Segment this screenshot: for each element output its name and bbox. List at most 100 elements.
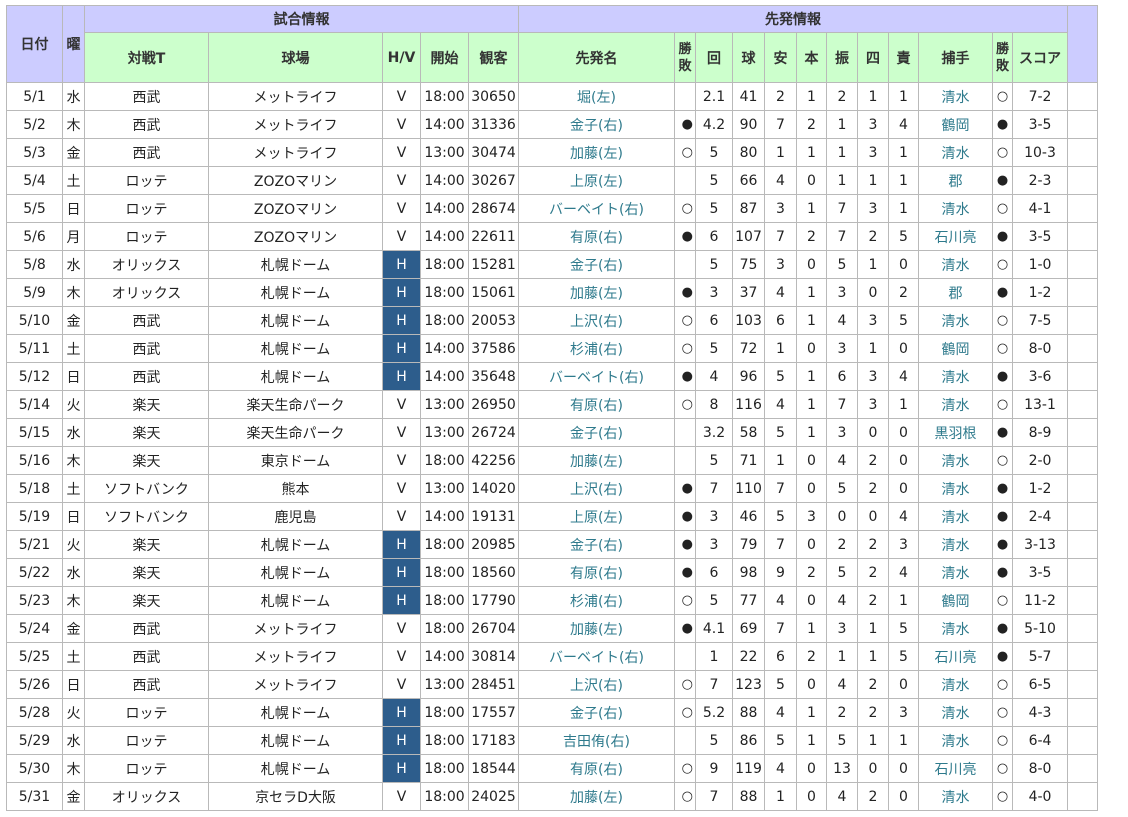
cell-game-result: ○ [992,754,1013,783]
cell-starter-name[interactable]: 上沢(右) [518,670,675,699]
cell-catcher[interactable]: 清水 [918,82,993,111]
cell-score: 3-6 [1012,362,1068,391]
cell-starter-name[interactable]: 有原(右) [518,754,675,783]
cell-starter-name[interactable]: 上原(左) [518,502,675,531]
cell-earned-runs: 4 [888,558,919,587]
cell-catcher[interactable]: 清水 [918,474,993,503]
cell-catcher[interactable]: 清水 [918,362,993,391]
cell-starter-result: ○ [674,138,696,167]
cell-starter-name[interactable]: 加藤(左) [518,138,675,167]
cell-starter-name[interactable]: 加藤(左) [518,614,675,643]
cell-attendance: 20053 [468,306,519,335]
cell-walks: 0 [857,502,889,531]
cell-starter-name[interactable]: 上原(左) [518,166,675,195]
cell-starter-name[interactable]: 吉田侑(右) [518,726,675,755]
header-earned-runs: 責 [888,32,919,83]
cell-catcher[interactable]: 清水 [918,194,993,223]
cell-catcher[interactable]: 郡 [918,166,993,195]
cell-earned-runs: 4 [888,362,919,391]
cell-catcher[interactable]: 黒羽根 [918,418,993,447]
cell-starter-result [674,250,696,279]
cell-home-visitor: H [382,278,421,307]
cell-home-visitor: V [382,418,421,447]
cell-starter-name[interactable]: 金子(右) [518,418,675,447]
cell-starter-result: ● [674,474,696,503]
cell-starter-name[interactable]: 有原(右) [518,558,675,587]
cell-start-time: 13:00 [420,474,469,503]
cell-strikeouts: 5 [826,474,858,503]
cell-catcher[interactable]: 石川亮 [918,642,993,671]
cell-starter-name[interactable]: バーベイト(右) [518,642,675,671]
cell-catcher[interactable]: 鶴岡 [918,586,993,615]
cell-catcher[interactable]: 清水 [918,782,993,811]
cell-pitches: 88 [732,782,765,811]
cell-walks: 2 [857,782,889,811]
cell-stadium: ZOZOマリン [208,194,383,223]
cell-hits: 4 [764,698,797,727]
cell-catcher[interactable]: 清水 [918,726,993,755]
cell-starter-name[interactable]: 金子(右) [518,250,675,279]
cell-strikeouts: 2 [826,82,858,111]
cell-extra [1067,530,1098,559]
cell-starter-name[interactable]: 上沢(右) [518,306,675,335]
cell-starter-name[interactable]: 上沢(右) [518,474,675,503]
cell-starter-name[interactable]: 加藤(左) [518,782,675,811]
header-walks: 四 [857,32,889,83]
cell-pitches: 72 [732,334,765,363]
cell-game-result: ● [992,558,1013,587]
cell-catcher[interactable]: 石川亮 [918,222,993,251]
cell-catcher[interactable]: 清水 [918,306,993,335]
cell-catcher[interactable]: 清水 [918,250,993,279]
cell-starter-name[interactable]: 堀(左) [518,82,675,111]
cell-game-result: ○ [992,334,1013,363]
cell-catcher[interactable]: 清水 [918,446,993,475]
table-row: 5/15 水楽天 楽天生命パーク V 13:00 26724 金子(右) 3.2 58 5 1 3 0 0… [6,418,1098,447]
cell-catcher[interactable]: 清水 [918,698,993,727]
cell-date: 5/31 [6,782,63,811]
cell-starter-name[interactable]: 有原(右) [518,222,675,251]
cell-extra [1067,670,1098,699]
table-row: 5/28 火ロッテ 札幌ドーム H 18:00 17557 金子(右) ○ 5.2 88 4 1 2 2 3… [6,698,1098,727]
cell-starter-name[interactable]: 金子(右) [518,698,675,727]
cell-catcher[interactable]: 清水 [918,138,993,167]
cell-starter-name[interactable]: 杉浦(右) [518,334,675,363]
cell-earned-runs: 0 [888,446,919,475]
cell-innings: 4.2 [695,110,733,139]
cell-starter-name[interactable]: バーベイト(右) [518,362,675,391]
cell-catcher[interactable]: 石川亮 [918,754,993,783]
cell-catcher[interactable]: 清水 [918,558,993,587]
cell-stadium: 楽天生命パーク [208,390,383,419]
cell-starter-name[interactable]: 加藤(左) [518,278,675,307]
cell-catcher[interactable]: 鶴岡 [918,334,993,363]
cell-pitches: 110 [732,474,765,503]
cell-catcher[interactable]: 清水 [918,670,993,699]
cell-game-result: ○ [992,306,1013,335]
cell-homeruns: 0 [796,586,827,615]
cell-game-result: ○ [992,138,1013,167]
cell-opponent: ロッテ [84,698,209,727]
cell-attendance: 17183 [468,726,519,755]
cell-attendance: 22611 [468,222,519,251]
cell-starter-name[interactable]: 杉浦(右) [518,586,675,615]
cell-starter-name[interactable]: 有原(右) [518,390,675,419]
cell-innings: 6 [695,558,733,587]
cell-starter-name[interactable]: 加藤(左) [518,446,675,475]
cell-extra [1067,110,1098,139]
cell-starter-name[interactable]: 金子(右) [518,530,675,559]
header-game-result: 勝敗 [992,32,1013,83]
cell-start-time: 13:00 [420,670,469,699]
cell-catcher[interactable]: 清水 [918,390,993,419]
table-row: 5/19 日ソフトバンク 鹿児島 V 14:00 19131 上原(左) ● 3 46 5 3 0 0 4 清… [6,502,1098,531]
cell-starter-name[interactable]: バーベイト(右) [518,194,675,223]
cell-homeruns: 1 [796,390,827,419]
cell-strikeouts: 1 [826,642,858,671]
cell-catcher[interactable]: 清水 [918,502,993,531]
cell-catcher[interactable]: 郡 [918,278,993,307]
cell-catcher[interactable]: 鶴岡 [918,110,993,139]
cell-catcher[interactable]: 清水 [918,614,993,643]
cell-starter-name[interactable]: 金子(右) [518,110,675,139]
cell-strikeouts: 3 [826,418,858,447]
cell-stadium: 鹿児島 [208,502,383,531]
cell-catcher[interactable]: 清水 [918,530,993,559]
cell-homeruns: 0 [796,670,827,699]
